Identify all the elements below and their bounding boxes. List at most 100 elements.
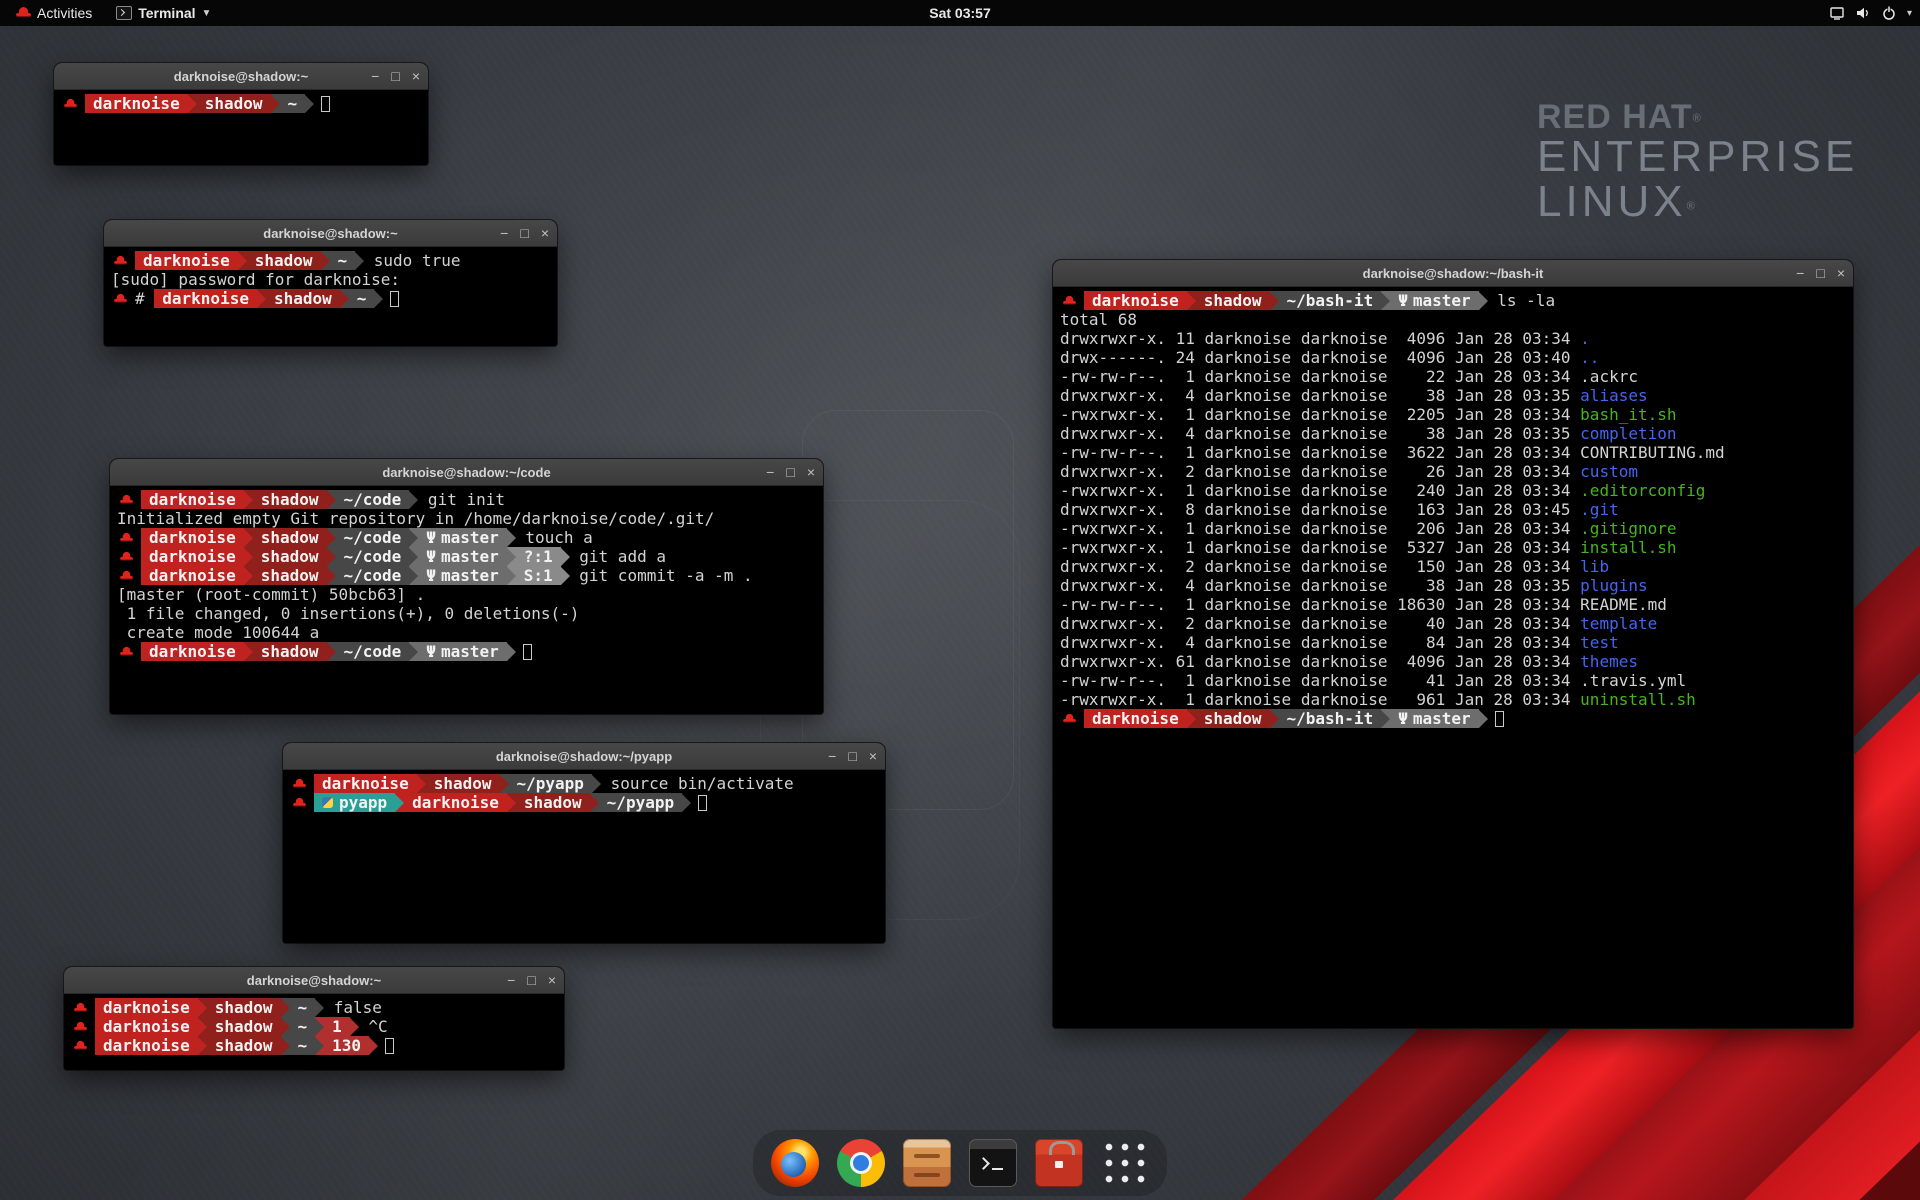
terminal-text: drwxrwxr-x. 4 darknoise darknoise 84 Jan… [1060, 633, 1580, 652]
titlebar[interactable]: darknoise@shadow:~ − □ × [54, 63, 428, 90]
powerline-arrow-icon [417, 775, 426, 793]
app-menu-terminal[interactable]: Terminal ▼ [108, 0, 219, 26]
window-title: darknoise@shadow:~/code [110, 465, 823, 480]
branch-icon: Ψ [426, 566, 436, 585]
powerline-arrow-icon [1479, 710, 1488, 728]
titlebar[interactable]: darknoise@shadow:~/bash-it − □ × [1053, 260, 1853, 287]
close-button[interactable]: × [1837, 266, 1845, 280]
minimize-button[interactable]: − [507, 973, 515, 987]
files-icon[interactable] [903, 1139, 951, 1187]
window-title: darknoise@shadow:~ [104, 226, 557, 241]
titlebar[interactable]: darknoise@shadow:~/pyapp − □ × [283, 743, 885, 770]
display-icon[interactable] [1829, 5, 1845, 21]
volume-icon[interactable] [1855, 5, 1871, 21]
terminal-text: .gitignore [1580, 519, 1676, 538]
terminal-line: darknoiseshadow~/codeΨmaster touch a [117, 528, 816, 547]
system-status-area[interactable]: ▾ [1829, 0, 1912, 26]
powerline-arrow-icon [507, 567, 516, 585]
titlebar[interactable]: darknoise@shadow:~/code − □ × [110, 459, 823, 486]
activities-button[interactable]: Activities [8, 0, 100, 26]
terminal-text: Initialized empty Git repository in /hom… [117, 509, 714, 528]
window-title: darknoise@shadow:~/bash-it [1053, 266, 1853, 281]
redhat-icon [114, 255, 127, 265]
terminal-text: -rw-rw-r--. 1 darknoise darknoise 41 Jan… [1060, 671, 1580, 690]
powerline-arrow-icon [409, 567, 418, 585]
prompt-segment-user: darknoise [95, 1017, 198, 1036]
terminal-text: -rw-rw-r--. 1 darknoise darknoise 22 Jan… [1060, 367, 1580, 386]
maximize-button[interactable]: □ [527, 973, 535, 987]
minimize-button[interactable]: − [766, 465, 774, 479]
terminal-text: test [1580, 633, 1619, 652]
minimize-button[interactable]: − [828, 749, 836, 763]
powerline-arrow-icon [198, 1018, 207, 1036]
terminal-body[interactable]: darknoiseshadow~ falsedarknoiseshadow~1 … [64, 994, 564, 1070]
terminal-line: darknoiseshadow~/bash-itΨmaster [1060, 709, 1846, 728]
maximize-button[interactable]: □ [1816, 266, 1824, 280]
terminal-line: darknoiseshadow~/pyapp source bin/activa… [290, 774, 878, 793]
prompt-segment-user: darknoise [404, 793, 507, 812]
prompt-segment-user: darknoise [141, 547, 244, 566]
minimize-button[interactable]: − [371, 69, 379, 83]
close-button[interactable]: × [807, 465, 815, 479]
prompt-segment-host: shadow [253, 642, 327, 661]
powerline-arrow-icon [561, 548, 570, 566]
powerline-arrow-icon [507, 794, 516, 812]
terminal-body[interactable]: darknoiseshadow~ [54, 90, 428, 165]
terminal-line: -rwxrwxr-x. 1 darknoise darknoise 961 Ja… [1060, 690, 1846, 709]
terminal-line: # darknoiseshadow~ [111, 289, 550, 308]
powerline-arrow-icon [340, 290, 349, 308]
terminal-icon[interactable] [969, 1139, 1017, 1187]
maximize-button[interactable]: □ [520, 226, 528, 240]
terminal-text: [sudo] password for darknoise: [111, 270, 410, 289]
chrome-icon[interactable] [837, 1139, 885, 1187]
power-icon[interactable] [1881, 5, 1897, 21]
prompt-segment-user: darknoise [154, 289, 257, 308]
terminal-text: .travis.yml [1580, 671, 1686, 690]
close-button[interactable]: × [412, 69, 420, 83]
terminal-window-bashit[interactable]: darknoise@shadow:~/bash-it − □ × darknoi… [1053, 260, 1853, 1028]
close-button[interactable]: × [548, 973, 556, 987]
prompt-segment-user: darknoise [141, 566, 244, 585]
terminal-window-home-1[interactable]: darknoise@shadow:~ − □ × darknoiseshadow… [54, 63, 428, 165]
firefox-icon[interactable] [771, 1139, 819, 1187]
prompt-segment-host: shadow [247, 251, 321, 270]
caret-down-icon: ▾ [1907, 8, 1912, 19]
terminal-line: drwx------. 24 darknoise darknoise 4096 … [1060, 348, 1846, 367]
terminal-text: .. [1580, 348, 1599, 367]
terminal-text: README.md [1580, 595, 1667, 614]
terminal-body[interactable]: darknoiseshadow~/bash-itΨmaster ls -lato… [1053, 287, 1853, 1028]
prompt-segment-host: shadow [207, 998, 281, 1017]
prompt-segment-host: shadow [207, 1017, 281, 1036]
terminal-window-pyapp[interactable]: darknoise@shadow:~/pyapp − □ × darknoise… [283, 743, 885, 943]
terminal-text: . [1580, 329, 1590, 348]
minimize-button[interactable]: − [1796, 266, 1804, 280]
titlebar[interactable]: darknoise@shadow:~ − □ × [104, 220, 557, 247]
terminal-body[interactable]: darknoiseshadow~/pyapp source bin/activa… [283, 770, 885, 943]
terminal-body[interactable]: darknoiseshadow~ sudo true[sudo] passwor… [104, 247, 557, 346]
terminal-line: darknoiseshadow~1 ^C [71, 1017, 557, 1036]
prompt-segment-user: darknoise [314, 774, 417, 793]
maximize-button[interactable]: □ [391, 69, 399, 83]
rhel-logo-enterprise: ENTERPRISE [1537, 135, 1858, 180]
terminal-window-sudo[interactable]: darknoise@shadow:~ − □ × darknoise shadow… [104, 220, 557, 346]
maximize-button[interactable]: □ [848, 749, 856, 763]
terminal-window-home-2[interactable]: darknoise@shadow:~ − □ × darknoise shadow… [64, 967, 564, 1070]
prompt-segment-user: darknoise [141, 528, 244, 547]
toolbox-icon[interactable] [1035, 1139, 1083, 1187]
powerline-arrow-icon [1187, 292, 1196, 310]
app-grid-icon[interactable] [1101, 1139, 1149, 1187]
powerline-arrow-icon [682, 794, 691, 812]
maximize-button[interactable]: □ [786, 465, 794, 479]
close-button[interactable]: × [541, 226, 549, 240]
close-button[interactable]: × [869, 749, 877, 763]
rhel-logo: RED HAT® ENTERPRISE LINUX® [1537, 100, 1858, 224]
prompt-segment-user: darknoise [1084, 291, 1187, 310]
redhat-icon [293, 797, 306, 807]
terminal-body[interactable]: darknoiseshadow~/code git initInitialize… [110, 486, 823, 714]
powerline-arrow-icon [244, 548, 253, 566]
clock[interactable]: Sat 03:57 [929, 5, 990, 21]
terminal-text: drwxrwxr-x. 2 darknoise darknoise 150 Ja… [1060, 557, 1580, 576]
minimize-button[interactable]: − [500, 226, 508, 240]
terminal-window-code[interactable]: darknoise@shadow:~/code − □ × darknoises… [110, 459, 823, 714]
titlebar[interactable]: darknoise@shadow:~ − □ × [64, 967, 564, 994]
